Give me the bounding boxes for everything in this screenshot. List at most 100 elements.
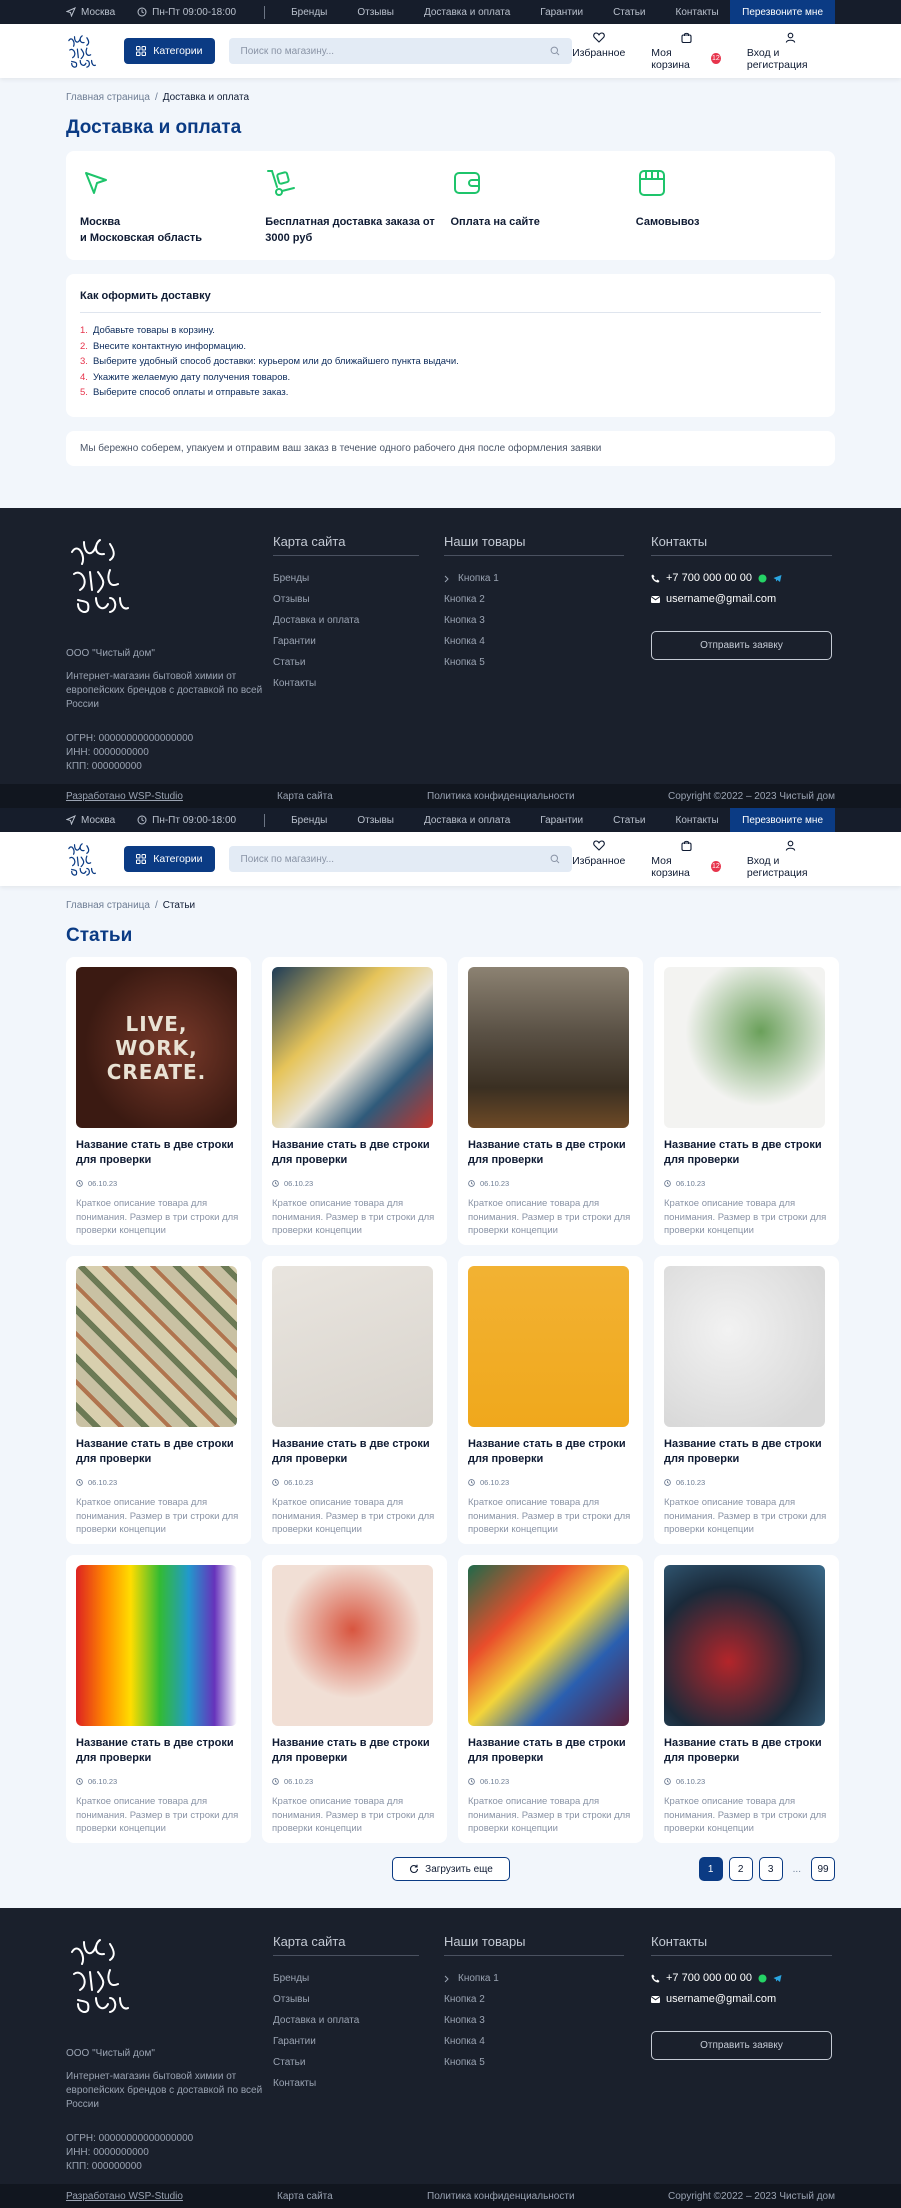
product-link[interactable]: Кнопка 2 — [444, 589, 651, 610]
search-icon[interactable] — [550, 854, 560, 864]
search-input[interactable]: Поиск по магазину... — [228, 38, 573, 64]
article-card[interactable]: Название стать в две строки для проверки… — [458, 1256, 643, 1544]
product-link[interactable]: Кнопка 5 — [444, 2052, 651, 2073]
page-button-last[interactable]: 99 — [811, 1857, 835, 1881]
page-button[interactable]: 3 — [758, 1857, 783, 1881]
article-image[interactable] — [468, 967, 629, 1128]
article-card[interactable]: LIVE, WORK, CREATE. Название стать в две ст… — [66, 957, 251, 1245]
telegram-icon[interactable] — [773, 1974, 782, 1983]
sitemap-link[interactable]: Контакты — [273, 2073, 444, 2094]
article-image[interactable] — [76, 1565, 237, 1726]
article-title[interactable]: Название стать в две строки для проверки — [76, 1736, 241, 1768]
article-image[interactable] — [664, 1565, 825, 1726]
article-image[interactable] — [468, 1565, 629, 1726]
footer-logo[interactable] — [66, 1934, 136, 2026]
nav-delivery[interactable]: Доставка и оплата — [424, 815, 510, 826]
product-link[interactable]: Кнопка 4 — [444, 631, 651, 652]
article-image[interactable] — [272, 1266, 433, 1427]
nav-contacts[interactable]: Контакты — [676, 7, 719, 18]
article-title[interactable]: Название стать в две строки для проверки — [76, 1437, 241, 1469]
categories-button[interactable]: Категории — [124, 38, 215, 64]
categories-button[interactable]: Категории — [124, 846, 215, 872]
article-title[interactable]: Название стать в две строки для проверки — [664, 1437, 829, 1469]
sitemap-link[interactable]: Статьи — [273, 652, 444, 673]
sitemap-link[interactable]: Контакты — [273, 673, 444, 694]
email-contact[interactable]: username@gmail.com — [651, 1989, 832, 2010]
article-title[interactable]: Название стать в две строки для проверки — [468, 1437, 633, 1469]
sitemap-link[interactable]: Статьи — [273, 2052, 444, 2073]
product-link[interactable]: Кнопка 1 — [444, 1968, 651, 1989]
article-title[interactable]: Название стать в две строки для проверки — [272, 1736, 437, 1768]
nav-contacts[interactable]: Контакты — [676, 815, 719, 826]
login-button[interactable]: Вход и регистрация — [747, 840, 835, 879]
phone-contact[interactable]: +7 700 000 00 00 — [651, 1968, 832, 1989]
article-title[interactable]: Название стать в две строки для проверки — [664, 1736, 829, 1768]
whatsapp-icon[interactable] — [758, 1974, 767, 1983]
sitemap-bottom-link[interactable]: Карта сайта — [277, 2191, 427, 2202]
article-card[interactable]: Название стать в две строки для проверки… — [262, 957, 447, 1245]
article-card[interactable]: Название стать в две строки для проверки… — [66, 1256, 251, 1544]
email-contact[interactable]: username@gmail.com — [651, 589, 832, 610]
product-link[interactable]: Кнопка 3 — [444, 610, 651, 631]
search-input[interactable]: Поиск по магазину... — [228, 846, 573, 872]
whatsapp-icon[interactable] — [758, 574, 767, 583]
cart-button[interactable]: Моя корзина 12 — [651, 32, 721, 71]
send-request-button[interactable]: Отправить заявку — [651, 2031, 832, 2060]
article-title[interactable]: Название стать в две строки для проверки — [468, 1138, 633, 1170]
sitemap-link[interactable]: Гарантии — [273, 2031, 444, 2052]
article-image[interactable] — [272, 1565, 433, 1726]
breadcrumb-home[interactable]: Главная страница — [66, 900, 150, 911]
product-link[interactable]: Кнопка 4 — [444, 2031, 651, 2052]
city-selector[interactable]: Москва — [66, 7, 115, 18]
page-button[interactable]: 1 — [698, 1857, 723, 1881]
article-card[interactable]: Название стать в две строки для проверки… — [66, 1555, 251, 1843]
sitemap-link[interactable]: Бренды — [273, 568, 444, 589]
nav-reviews[interactable]: Отзывы — [357, 7, 394, 18]
article-image[interactable] — [664, 967, 825, 1128]
sitemap-link[interactable]: Доставка и оплата — [273, 2010, 444, 2031]
developer-link[interactable]: Разработано WSP-Studio — [66, 2191, 277, 2202]
sitemap-link[interactable]: Гарантии — [273, 631, 444, 652]
product-link[interactable]: Кнопка 3 — [444, 2010, 651, 2031]
logo[interactable] — [66, 840, 98, 878]
send-request-button[interactable]: Отправить заявку — [651, 631, 832, 660]
sitemap-link[interactable]: Бренды — [273, 1968, 444, 1989]
product-link[interactable]: Кнопка 2 — [444, 1989, 651, 2010]
article-image[interactable] — [272, 967, 433, 1128]
article-title[interactable]: Название стать в две строки для проверки — [468, 1736, 633, 1768]
article-image[interactable] — [664, 1266, 825, 1427]
page-button[interactable]: 2 — [728, 1857, 753, 1881]
nav-guarantees[interactable]: Гарантии — [540, 815, 583, 826]
nav-brands[interactable]: Бренды — [291, 815, 327, 826]
nav-reviews[interactable]: Отзывы — [357, 815, 394, 826]
article-card[interactable]: Название стать в две строки для проверки… — [458, 1555, 643, 1843]
article-title[interactable]: Название стать в две строки для проверки — [272, 1437, 437, 1469]
article-title[interactable]: Название стать в две строки для проверки — [76, 1138, 241, 1170]
search-icon[interactable] — [550, 46, 560, 56]
favorites-button[interactable]: Избранное — [572, 839, 625, 879]
article-image[interactable]: LIVE, WORK, CREATE. — [76, 967, 237, 1128]
login-button[interactable]: Вход и регистрация — [747, 32, 835, 71]
sitemap-bottom-link[interactable]: Карта сайта — [277, 791, 427, 802]
nav-delivery[interactable]: Доставка и оплата — [424, 7, 510, 18]
article-card[interactable]: Название стать в две строки для проверки… — [654, 957, 839, 1245]
nav-articles[interactable]: Статьи — [613, 7, 645, 18]
telegram-icon[interactable] — [773, 574, 782, 583]
article-card[interactable]: Название стать в две строки для проверки… — [458, 957, 643, 1245]
product-link[interactable]: Кнопка 5 — [444, 652, 651, 673]
developer-link[interactable]: Разработано WSP-Studio — [66, 791, 277, 802]
logo[interactable] — [66, 32, 98, 70]
callback-button[interactable]: Перезвоните мне — [730, 808, 835, 832]
callback-button[interactable]: Перезвоните мне — [730, 0, 835, 24]
article-card[interactable]: Название стать в две строки для проверки… — [654, 1555, 839, 1843]
footer-logo[interactable] — [66, 534, 136, 626]
nav-articles[interactable]: Статьи — [613, 815, 645, 826]
load-more-button[interactable]: Загрузить еще — [392, 1857, 510, 1881]
privacy-link[interactable]: Политика конфиденциальности — [427, 2191, 668, 2202]
nav-guarantees[interactable]: Гарантии — [540, 7, 583, 18]
nav-brands[interactable]: Бренды — [291, 7, 327, 18]
article-card[interactable]: Название стать в две строки для проверки… — [262, 1256, 447, 1544]
favorites-button[interactable]: Избранное — [572, 31, 625, 71]
article-card[interactable]: Название стать в две строки для проверки… — [262, 1555, 447, 1843]
phone-contact[interactable]: +7 700 000 00 00 — [651, 568, 832, 589]
